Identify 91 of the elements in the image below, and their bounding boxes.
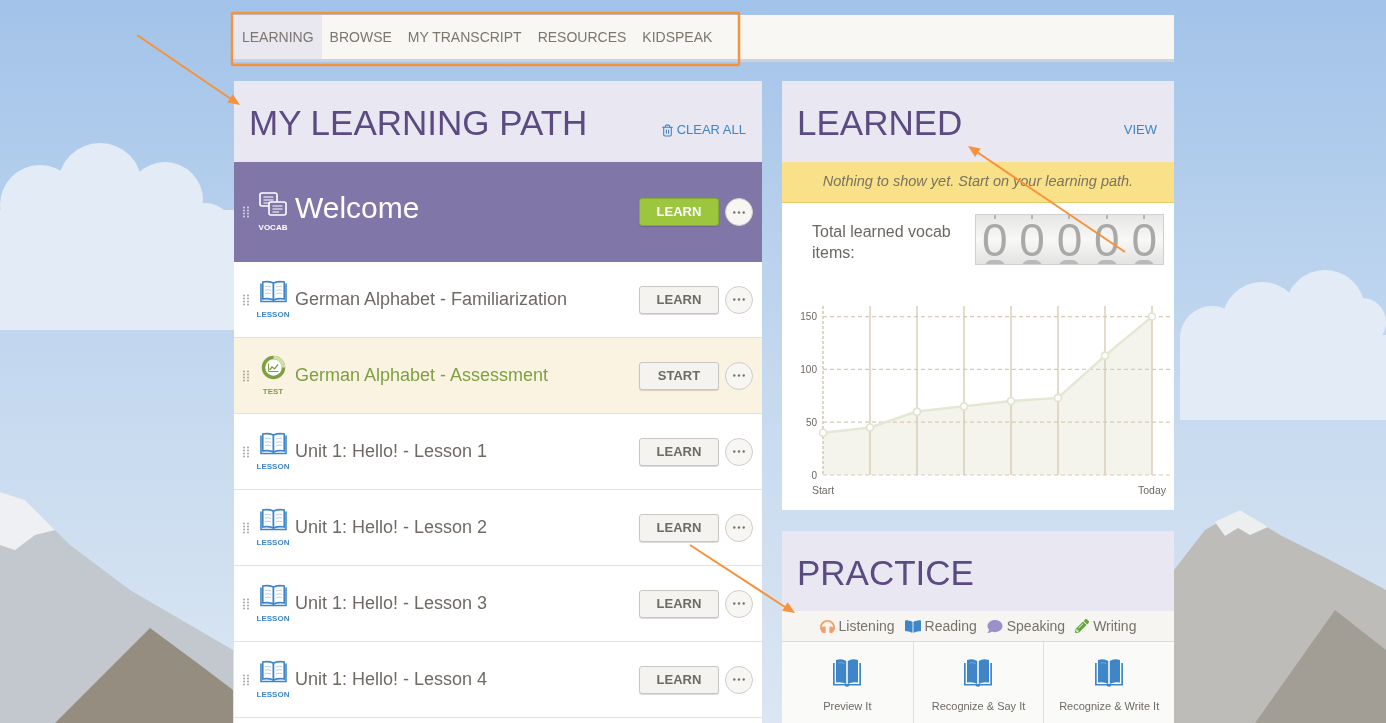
action-button[interactable]: LEARN [639, 589, 719, 618]
more-dots-icon [733, 526, 745, 529]
more-options-button[interactable] [725, 361, 753, 390]
cards-icon [259, 192, 287, 216]
data-point [1100, 351, 1110, 360]
drag-handle-icon[interactable] [243, 445, 249, 458]
x-axis-label: Start [811, 484, 835, 496]
open-book-icon [259, 584, 287, 607]
item-title: Unit 1: Hello! - Lesson 1 [295, 440, 488, 461]
pencil-icon [1075, 619, 1090, 633]
action-button[interactable]: LEARN [639, 437, 719, 466]
action-button[interactable]: LEARN [639, 285, 719, 314]
more-options-button[interactable] [725, 285, 753, 314]
more-dots-icon [733, 374, 745, 377]
y-axis-label: 50 [805, 416, 817, 428]
nav-tab[interactable]: BROWSE [321, 15, 400, 59]
drag-handle-icon[interactable] [243, 206, 249, 218]
headphones-icon [819, 618, 835, 634]
data-point [1053, 393, 1063, 403]
data-point [818, 428, 828, 438]
item-type-label: LESSON [256, 539, 290, 547]
data-point [865, 423, 875, 432]
open-book-icon [259, 660, 287, 683]
data-point [1147, 312, 1157, 321]
item-type-label: TEST [262, 388, 284, 396]
item-title: Unit 1: Hello! - Lesson 3 [295, 592, 488, 613]
action-button[interactable]: LEARN [639, 513, 719, 542]
more-dots-icon [733, 450, 745, 453]
open-book-icon [964, 658, 993, 688]
open-book-icon [904, 618, 921, 634]
more-options-button[interactable] [725, 589, 753, 618]
data-point [959, 402, 969, 411]
item-title: Unit 1: Hello! - Lesson 4 [295, 668, 488, 689]
panel-title: LEARNED [797, 103, 963, 140]
open-book-icon [259, 432, 287, 455]
more-dots-icon [733, 210, 745, 214]
nav-tab[interactable]: KIDSPEAK [634, 15, 721, 59]
open-book-icon [259, 508, 287, 531]
skill-filter[interactable]: Writing [1075, 615, 1137, 637]
item-type-label: VOCAB [258, 224, 288, 232]
speech-bubble-icon [986, 618, 1003, 634]
drag-handle-icon[interactable] [243, 521, 249, 534]
panel-title: MY LEARNING PATH [249, 103, 588, 140]
y-axis-label: 0 [811, 469, 817, 481]
drag-handle-icon[interactable] [243, 673, 249, 686]
data-point [1006, 396, 1016, 406]
skill-filter[interactable]: Reading [904, 615, 977, 637]
more-dots-icon [733, 678, 745, 681]
learning-path-item[interactable]: VOCAB Welcome LEARN [234, 162, 762, 262]
nav-tab[interactable]: LEARNING [234, 15, 322, 59]
open-book-icon [259, 280, 287, 303]
x-axis-label: Today [1138, 484, 1166, 496]
item-title: German Alphabet - Familiarization [295, 288, 568, 309]
more-options-button[interactable] [725, 513, 753, 542]
skill-filter[interactable]: Speaking [986, 615, 1066, 637]
drag-handle-icon[interactable] [243, 293, 249, 306]
drag-handle-icon[interactable] [243, 369, 249, 382]
item-title: German Alphabet - Assessment [295, 364, 549, 385]
more-dots-icon [733, 298, 745, 301]
learning-path-item[interactable]: TEST German Alphabet - Assessment START [234, 338, 762, 414]
drag-handle-icon[interactable] [243, 597, 249, 610]
y-axis-label: 100 [800, 363, 817, 375]
counter-digit: 0 [1056, 219, 1083, 260]
progress-ring-icon [260, 355, 286, 380]
view-link[interactable]: VIEW [1123, 120, 1157, 140]
total-learned-label: Total learned vocab items: [812, 222, 952, 263]
item-title: Welcome [295, 191, 420, 224]
item-type-label: LESSON [256, 615, 290, 623]
counter-digit: 0 [981, 219, 1008, 260]
open-book-icon [833, 658, 862, 688]
counter-digit: 0 [1131, 219, 1158, 260]
counter-digit: 0 [1019, 219, 1045, 260]
more-options-button[interactable] [725, 437, 753, 466]
clear-all-link[interactable]: CLEAR ALL [660, 120, 746, 140]
more-options-button[interactable] [725, 665, 753, 694]
y-axis-label: 150 [800, 311, 817, 323]
data-point [912, 407, 922, 416]
nav-tab[interactable]: RESOURCES [529, 15, 635, 59]
more-options-button[interactable] [725, 198, 753, 226]
item-title: Unit 1: Hello! - Lesson 2 [295, 516, 488, 537]
panel-title: PRACTICE [797, 552, 974, 590]
item-type-label: LESSON [256, 311, 290, 319]
action-button[interactable]: LEARN [639, 665, 719, 694]
trash-icon [660, 123, 674, 137]
nav-tab[interactable]: MY TRANSCRIPT [399, 15, 530, 59]
item-type-label: LESSON [256, 463, 290, 471]
more-dots-icon [733, 602, 745, 605]
item-type-label: LESSON [256, 691, 290, 699]
action-button[interactable]: START [639, 361, 719, 390]
open-book-icon [1095, 658, 1124, 688]
skill-filter[interactable]: Listening [819, 615, 895, 637]
